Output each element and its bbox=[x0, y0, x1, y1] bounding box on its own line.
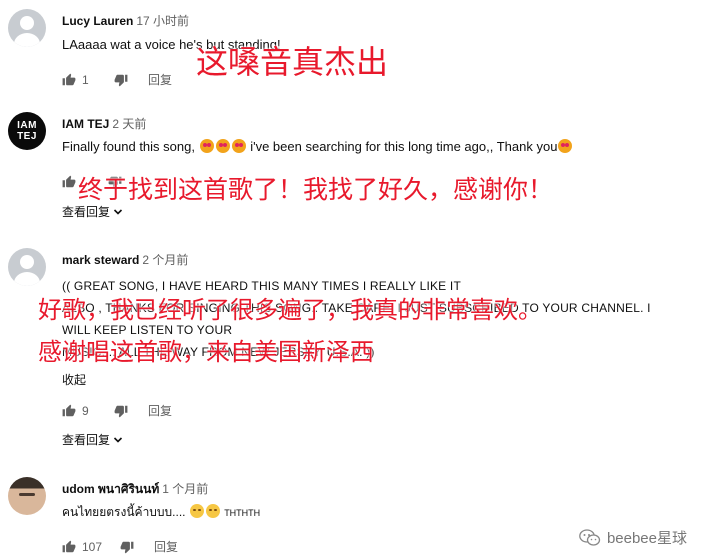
avatar[interactable]: IAM TEJ bbox=[8, 112, 46, 150]
comment-text-part: Finally found this song, bbox=[62, 139, 195, 154]
comment-text: Finally found this song, i've been searc… bbox=[62, 138, 573, 156]
like-count: 1 bbox=[82, 72, 89, 87]
watermark: beebee星球 bbox=[579, 527, 687, 548]
comment-text-part: คนไทยยตรงนี้ค้าบบบ.... bbox=[62, 505, 186, 519]
comment-author: udom พนาศิรินนท์ 1 个月前 bbox=[62, 480, 208, 499]
watermark-text: beebee星球 bbox=[606, 530, 687, 547]
view-replies-label: 查看回复 bbox=[62, 205, 111, 219]
translation-overlay-2: 终于找到这首歌了！我找了好久，感谢你！ bbox=[78, 175, 554, 204]
chevron-down-icon bbox=[114, 437, 123, 443]
comment-author: mark steward 2 个月前 bbox=[62, 251, 188, 268]
translation-overlay-1: 这嗓音真杰出 bbox=[196, 43, 389, 81]
hugging-emoji-icon bbox=[205, 504, 220, 518]
translation-overlay-3b: 感谢唱这首歌，来自美国新泽西 bbox=[38, 338, 374, 366]
view-replies-button[interactable]: 查看回复 bbox=[62, 431, 123, 448]
author-name[interactable]: mark steward bbox=[62, 253, 139, 267]
like-count: 107 bbox=[82, 539, 103, 554]
comment-text-part: i've been searching for this long time a… bbox=[250, 139, 558, 154]
comment-time[interactable]: 1 个月前 bbox=[162, 482, 208, 496]
thumb-up-icon[interactable] bbox=[62, 404, 76, 418]
author-name[interactable]: udom พนาศิรินนท์ bbox=[62, 482, 159, 496]
hugging-emoji-icon bbox=[189, 504, 204, 518]
comment-actions: 107 回复 bbox=[62, 538, 178, 555]
translation-overlay-3a: 好歌，我已经听了很多遍了，我真的非常喜欢。 bbox=[38, 296, 542, 324]
thumb-down-icon[interactable] bbox=[120, 540, 134, 554]
author-name[interactable]: IAM TEJ bbox=[62, 117, 109, 131]
reply-button[interactable]: 回复 bbox=[154, 538, 178, 555]
comment-author: Lucy Lauren 17 小时前 bbox=[62, 12, 189, 29]
comment-text: คนไทยยตรงนี้ค้าบบบ.... THTHTH bbox=[62, 503, 260, 522]
avatar[interactable] bbox=[8, 477, 46, 515]
wechat-icon bbox=[579, 528, 601, 546]
chevron-down-icon bbox=[114, 209, 123, 215]
comment-time[interactable]: 2 天前 bbox=[112, 117, 146, 131]
thumb-up-icon[interactable] bbox=[62, 175, 76, 189]
comment-author: IAM TEJ 2 天前 bbox=[62, 115, 146, 132]
reply-button[interactable]: 回复 bbox=[148, 71, 172, 88]
collapse-button[interactable]: 收起 bbox=[62, 371, 86, 388]
star-struck-emoji-icon bbox=[199, 139, 214, 153]
star-struck-emoji-icon bbox=[558, 139, 573, 153]
comment-text-part: THTHTH bbox=[224, 508, 261, 518]
reply-button[interactable]: 回复 bbox=[148, 402, 172, 419]
view-replies-label: 查看回复 bbox=[62, 433, 111, 447]
comment-actions: 1 回复 bbox=[62, 71, 172, 88]
comment-actions: 9 回复 bbox=[62, 402, 172, 419]
avatar-text: TEJ bbox=[17, 131, 37, 142]
star-struck-emoji-icon bbox=[215, 139, 230, 153]
thumb-up-icon[interactable] bbox=[62, 73, 76, 87]
comment-time[interactable]: 17 小时前 bbox=[136, 14, 189, 28]
avatar-text: IAM bbox=[17, 120, 37, 131]
author-name[interactable]: Lucy Lauren bbox=[62, 14, 133, 28]
thumb-down-icon[interactable] bbox=[114, 404, 128, 418]
thumb-down-icon[interactable] bbox=[114, 73, 128, 87]
star-struck-emoji-icon bbox=[231, 139, 246, 153]
avatar[interactable] bbox=[8, 248, 46, 286]
thumb-up-icon[interactable] bbox=[62, 540, 76, 554]
comment-time[interactable]: 2 个月前 bbox=[142, 253, 188, 267]
avatar[interactable] bbox=[8, 9, 46, 47]
like-count: 9 bbox=[82, 403, 89, 418]
